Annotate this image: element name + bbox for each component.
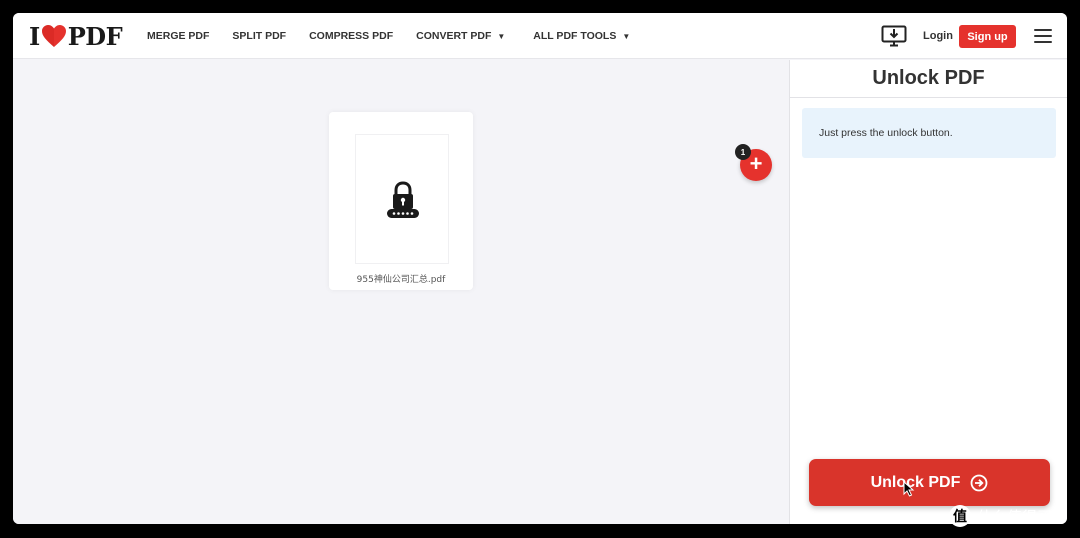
lock-password-icon xyxy=(387,181,419,218)
desktop-download-icon[interactable] xyxy=(881,25,907,47)
main-nav: MERGE PDF SPLIT PDF COMPRESS PDF CONVERT… xyxy=(147,13,630,59)
hamburger-menu-icon[interactable] xyxy=(1034,29,1052,43)
nav-convert-pdf[interactable]: CONVERT PDF ▼ xyxy=(416,30,505,42)
nav-all-pdf-tools[interactable]: ALL PDF TOOLS ▼ xyxy=(533,30,630,42)
heart-icon xyxy=(41,25,66,47)
nav-label: CONVERT PDF xyxy=(416,30,492,42)
caret-down-icon: ▼ xyxy=(622,31,631,41)
info-message: Just press the unlock button. xyxy=(802,108,1056,158)
top-header: I PDF MERGE PDF SPLIT PDF COMPRESS PDF C… xyxy=(13,13,1067,59)
nav-merge-pdf[interactable]: MERGE PDF xyxy=(147,30,209,42)
file-thumbnail xyxy=(355,134,449,264)
caret-down-icon: ▼ xyxy=(497,31,506,41)
menu-bar xyxy=(1034,35,1052,37)
info-text: Just press the unlock button. xyxy=(819,127,953,139)
nav-split-pdf[interactable]: SPLIT PDF xyxy=(232,30,286,42)
nav-label: MERGE PDF xyxy=(147,30,210,42)
file-card[interactable]: 955神仙公司汇总.pdf xyxy=(329,112,473,290)
file-work-area: 955神仙公司汇总.pdf 1 + xyxy=(13,60,789,524)
menu-bar xyxy=(1034,29,1052,31)
file-count-badge: 1 xyxy=(735,144,751,160)
sidebar-title: Unlock PDF xyxy=(790,60,1067,98)
menu-bar xyxy=(1034,41,1052,43)
logo-text-pdf: PDF xyxy=(67,21,123,51)
tool-sidebar: Unlock PDF Just press the unlock button.… xyxy=(789,60,1067,524)
browser-viewport: I PDF MERGE PDF SPLIT PDF COMPRESS PDF C… xyxy=(13,13,1067,524)
plus-icon: + xyxy=(749,151,763,176)
logo-letter-i: I xyxy=(29,21,40,51)
arrow-circle-right-icon xyxy=(970,474,988,491)
unlock-button-label: Unlock PDF xyxy=(870,473,961,491)
login-link[interactable]: Login xyxy=(923,30,953,42)
unlock-pdf-button[interactable]: Unlock PDF xyxy=(809,459,1050,506)
svg-text:值: 值 xyxy=(953,508,967,525)
ilovepdf-logo[interactable]: I PDF xyxy=(29,21,123,51)
file-name: 955神仙公司汇总.pdf xyxy=(356,275,446,285)
nav-label: SPLIT PDF xyxy=(232,30,287,42)
watermark-text: 什么值得买 xyxy=(977,507,1053,526)
nav-label: ALL PDF TOOLS xyxy=(533,30,617,42)
mouse-cursor-icon xyxy=(903,481,915,497)
nav-compress-pdf[interactable]: COMPRESS PDF xyxy=(309,30,393,42)
signup-button[interactable]: Sign up xyxy=(959,25,1016,48)
watermark: 值 什么值得买 xyxy=(948,504,1052,528)
nav-label: COMPRESS PDF xyxy=(309,30,394,42)
smzdm-logo-icon: 值 xyxy=(949,505,971,527)
